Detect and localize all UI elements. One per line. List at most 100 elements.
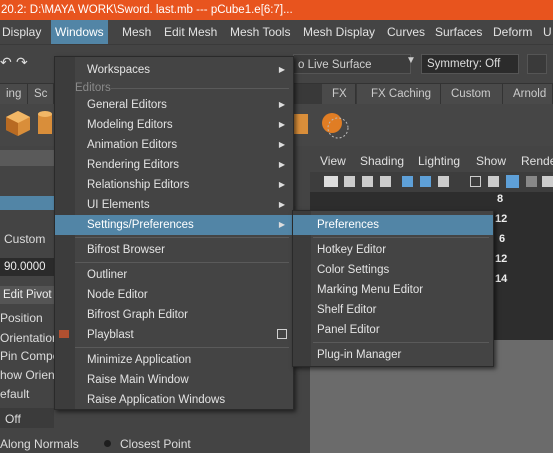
edit-pivot-button[interactable]: Edit Pivot [0,286,54,304]
viewport-menu-show[interactable]: Show [476,150,506,172]
submenu-arrow-icon: ▶ [278,140,285,149]
submenu-item-color-settings[interactable]: Color Settings [293,260,493,280]
menu-mesh-display[interactable]: Mesh Display [303,20,375,44]
menu-item-settings-preferences[interactable]: Settings/Preferences ▶ [55,215,293,235]
menu-item-label: Minimize Application [87,354,192,366]
shelf-tab-custom[interactable]: Custom [441,84,503,104]
menu-item-label: Relationship Editors [87,179,190,191]
cylinder-shelf-icon[interactable] [36,108,54,138]
submenu-item-preferences[interactable]: Preferences [293,215,493,235]
grid-icon[interactable] [470,176,481,187]
main-menubar: Display Windows Mesh Edit Mesh Mesh Tool… [0,20,553,45]
menu-item-workspaces[interactable]: Workspaces ▶ [55,60,293,80]
hud-number: 8 [497,193,504,205]
menu-item-relationship-editors[interactable]: Relationship Editors ▶ [55,175,293,195]
menu-item-label: Node Editor [87,289,148,301]
closest-point-label: Closest Point [120,437,191,451]
toolbar-icon[interactable] [362,176,373,187]
menu-item-raise-application-windows[interactable]: Raise Application Windows [55,390,293,410]
menu-item-ui-elements[interactable]: UI Elements ▶ [55,195,293,215]
chevron-down-icon[interactable]: ▼ [406,55,416,66]
menu-item-minimize-application[interactable]: Minimize Application [55,350,293,370]
redo-icon[interactable]: ↷ [16,54,28,71]
menu-curves[interactable]: Curves [387,20,425,44]
panel-header [0,150,54,166]
menu-item-raise-main-window[interactable]: Raise Main Window [55,370,293,390]
menu-separator [111,88,289,89]
submenu-item-marking-menu-editor[interactable]: Marking Menu Editor [293,280,493,300]
status-button[interactable] [527,54,547,74]
toolbar-icon[interactable] [402,176,413,187]
off-label: Off [5,412,21,426]
camera-icon[interactable] [324,176,338,187]
menu-item-node-editor[interactable]: Node Editor [55,285,293,305]
menu-item-playblast[interactable]: Playblast [55,325,293,345]
custom-label: Custom [4,232,46,246]
submenu-arrow-icon: ▶ [278,100,285,109]
viewport-menu-view[interactable]: View [320,150,346,172]
windows-menu: Workspaces ▶ Editors General Editors ▶ Mod… [54,56,294,410]
closest-point-radio[interactable] [104,440,111,447]
menu-windows[interactable]: Windows [51,20,108,44]
viewport-menubar: View Shading Lighting Show Rende [310,150,553,172]
cube-shelf-icon[interactable] [4,108,32,138]
menu-deform[interactable]: Deform [493,20,532,44]
viewport-menu-shading[interactable]: Shading [360,150,404,172]
menu-separator [313,237,489,238]
toolbar-icon[interactable] [344,176,355,187]
undo-icon[interactable]: ↶ [0,54,12,71]
menu-item-label: Bifrost Browser [87,244,165,256]
make-live-button[interactable]: o Live Surface [293,54,411,74]
submenu-arrow-icon: ▶ [278,180,285,189]
menu-edit-mesh[interactable]: Edit Mesh [164,20,217,44]
menu-item-bifrost-graph-editor[interactable]: Bifrost Graph Editor [55,305,293,325]
toolbar-icon[interactable] [506,175,519,188]
submenu-item-plugin-manager[interactable]: Plug-in Manager [293,345,493,365]
toolbar-icon[interactable] [420,176,431,187]
toolbar-icon[interactable] [526,176,537,187]
menu-item-label: Animation Editors [87,139,178,151]
hud-number: 12 [495,253,508,265]
hud-number: 6 [499,233,506,245]
menu-item-label: Bifrost Graph Editor [87,309,188,321]
show-orientation-label: how Orien [0,368,55,382]
menu-surfaces[interactable]: Surfaces [435,20,482,44]
submenu-arrow-icon: ▶ [278,200,285,209]
viewport-menu-lighting[interactable]: Lighting [418,150,460,172]
hud-number: 12 [495,213,508,225]
shelf-tab-rigging[interactable]: ing [0,84,28,104]
window-title: 20.2: D:\MAYA WORK\Sword. last.mb --- pC… [1,4,293,16]
toolbar-icon[interactable] [542,176,553,187]
menu-item-label: Outliner [87,269,128,281]
menu-mesh-tools[interactable]: Mesh Tools [230,20,290,44]
playblast-icon [59,330,69,338]
menu-mesh[interactable]: Mesh [122,20,151,44]
menu-item-label: Playblast [87,329,134,341]
shelf-tab-arnold[interactable]: Arnold [503,84,553,104]
option-box-icon[interactable] [277,329,287,339]
value-field[interactable]: 90.0000 [0,258,54,276]
toolbar-icon[interactable] [488,176,499,187]
shelf-tab-fx-caching[interactable]: FX Caching [357,84,441,104]
menu-display[interactable]: Display [2,20,41,44]
menu-item-rendering-editors[interactable]: Rendering Editors ▶ [55,155,293,175]
submenu-item-hotkey-editor[interactable]: Hotkey Editor [293,240,493,260]
shelf-tab-sculpting[interactable]: Sc [28,84,54,104]
submenu-item-shelf-editor[interactable]: Shelf Editor [293,300,493,320]
shelf-icon-partial[interactable] [292,110,312,138]
menu-item-label: Modeling Editors [87,119,173,131]
sphere-select-shelf-icon[interactable] [318,108,352,140]
symmetry-dropdown[interactable]: Symmetry: Off [421,54,519,74]
menu-item-general-editors[interactable]: General Editors ▶ [55,95,293,115]
toolbar-icon[interactable] [438,176,449,187]
menu-item-modeling-editors[interactable]: Modeling Editors ▶ [55,115,293,135]
menu-item-outliner[interactable]: Outliner [55,265,293,285]
submenu-item-panel-editor[interactable]: Panel Editor [293,320,493,340]
menu-item-label: General Editors [87,99,167,111]
menu-item-bifrost-browser[interactable]: Bifrost Browser [55,240,293,260]
viewport-menu-renderer[interactable]: Rende [521,150,553,172]
menu-u[interactable]: U [543,20,552,44]
shelf-tab-fx[interactable]: FX [322,84,356,104]
toolbar-icon[interactable] [380,176,391,187]
menu-item-animation-editors[interactable]: Animation Editors ▶ [55,135,293,155]
